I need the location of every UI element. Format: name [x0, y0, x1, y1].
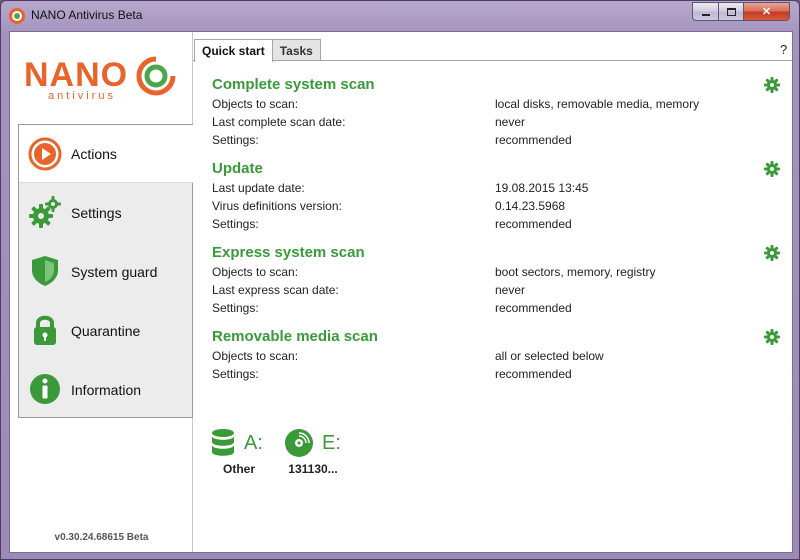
row-key: Last update date: — [212, 181, 305, 195]
row-key: Settings: — [212, 133, 259, 147]
row-value: recommended — [495, 133, 572, 147]
logo-mark-icon — [136, 56, 176, 96]
sidebar-item-actions[interactable]: Actions — [19, 125, 194, 183]
info-row: Objects to scan: all or selected below — [212, 347, 782, 365]
section-title[interactable]: Complete system scan — [212, 75, 782, 95]
gear-icon[interactable] — [764, 245, 780, 261]
tab-tasks[interactable]: Tasks — [271, 39, 321, 61]
info-row: Last express scan date: never — [212, 281, 782, 299]
sidebar-item-system-guard[interactable]: System guard — [19, 242, 192, 301]
lock-icon — [34, 315, 56, 345]
section-title[interactable]: Removable media scan — [212, 327, 782, 347]
title-bar[interactable]: NANO Antivirus Beta ✕ — [1, 1, 799, 31]
row-value: recommended — [495, 301, 572, 315]
row-value: 19.08.2015 13:45 — [495, 181, 589, 195]
row-value: never — [495, 283, 526, 297]
sidebar-item-label: System guard — [71, 263, 158, 280]
close-button[interactable]: ✕ — [743, 2, 790, 21]
window-title: NANO Antivirus Beta — [31, 8, 143, 22]
row-key: Settings: — [212, 217, 259, 231]
update-section: Update Last update date: 19.08.2015 13:45… — [212, 159, 782, 233]
row-value: never — [495, 115, 526, 129]
removable-scan-section: Removable media scan Objects to scan: all… — [212, 327, 782, 383]
row-value: recommended — [495, 367, 572, 381]
section-title[interactable]: Update — [212, 159, 782, 179]
tab-quick-start[interactable]: Quick start — [194, 39, 273, 62]
row-key: Last express scan date: — [212, 283, 339, 297]
sidebar-item-label: Settings — [71, 204, 122, 221]
sidebar-item-quarantine[interactable]: Quarantine — [19, 301, 192, 360]
sidebar: NANO antivirus Actions Settings System g… — [10, 32, 194, 552]
minimize-button[interactable] — [692, 2, 719, 21]
row-key: Last complete scan date: — [212, 115, 346, 129]
minimize-icon — [701, 13, 710, 16]
row-value: local disks, removable media, memory — [495, 97, 700, 111]
sidebar-nav: Actions Settings System guard Quarantine… — [18, 124, 194, 419]
disc-icon — [285, 429, 313, 457]
app-window: NANO antivirus Actions Settings System g… — [9, 31, 793, 553]
info-row: Objects to scan: local disks, removable m… — [212, 95, 782, 113]
database-icon — [212, 429, 234, 456]
complete-scan-section: Complete system scan Objects to scan: loc… — [212, 75, 782, 149]
info-row: Last complete scan date: never — [212, 113, 782, 131]
info-row: Settings: recommended — [212, 131, 782, 149]
info-row: Settings: recommended — [212, 365, 782, 383]
row-key: Virus definitions version: — [212, 199, 342, 213]
sidebar-item-settings[interactable]: Settings — [19, 183, 192, 242]
info-row: Objects to scan: boot sectors, memory, re… — [212, 263, 782, 281]
info-row: Last update date: 19.08.2015 13:45 — [212, 179, 782, 197]
row-value: recommended — [495, 217, 572, 231]
row-key: Settings: — [212, 301, 259, 315]
row-key: Settings: — [212, 367, 259, 381]
gear-icon[interactable] — [764, 329, 780, 345]
sidebar-item-information[interactable]: Information — [19, 360, 192, 419]
info-row: Settings: recommended — [212, 215, 782, 233]
nano-logo: NANO antivirus — [24, 52, 184, 106]
version-label: v0.30.24.68615 Beta — [54, 532, 149, 543]
drive-name: 131130... — [288, 462, 338, 476]
quick-start-panel: Complete system scan Objects to scan: loc… — [193, 60, 792, 552]
play-icon — [28, 137, 62, 171]
drive-letter: E: — [322, 431, 341, 454]
gear-icon[interactable] — [764, 161, 780, 177]
drive-name: Other — [222, 462, 255, 476]
gears-icon — [29, 196, 61, 228]
drive-list: A: Other E: 131130... — [210, 426, 358, 476]
tab-bar: Quick start Tasks — [194, 39, 321, 62]
window-frame: NANO Antivirus Beta ✕ NANO antivirus Act… — [0, 0, 800, 560]
row-value: all or selected below — [495, 349, 604, 363]
sidebar-item-label: Quarantine — [71, 322, 141, 339]
info-icon — [30, 374, 60, 404]
close-icon: ✕ — [761, 6, 772, 18]
section-title[interactable]: Express system scan — [212, 243, 782, 263]
gear-icon[interactable] — [764, 77, 780, 93]
drive-a[interactable]: A: Other — [210, 426, 282, 476]
row-value: 0.14.23.5968 — [495, 199, 566, 213]
help-button[interactable]: ? — [780, 42, 787, 57]
shield-icon — [32, 256, 58, 286]
info-row: Virus definitions version: 0.14.23.5968 — [212, 197, 782, 215]
drive-letter: A: — [244, 431, 263, 454]
row-key: Objects to scan: — [212, 349, 299, 363]
drive-e[interactable]: E: 131130... — [284, 426, 356, 476]
maximize-icon — [726, 7, 736, 16]
logo-sub: antivirus — [48, 90, 116, 102]
row-key: Objects to scan: — [212, 97, 299, 111]
maximize-button[interactable] — [718, 2, 744, 21]
express-scan-section: Express system scan Objects to scan: boot… — [212, 243, 782, 317]
info-row: Settings: recommended — [212, 299, 782, 317]
sidebar-item-label: Actions — [71, 145, 117, 162]
sidebar-item-label: Information — [71, 381, 142, 398]
app-logo-icon — [9, 8, 25, 24]
row-value: boot sectors, memory, registry — [495, 265, 656, 279]
row-key: Objects to scan: — [212, 265, 299, 279]
